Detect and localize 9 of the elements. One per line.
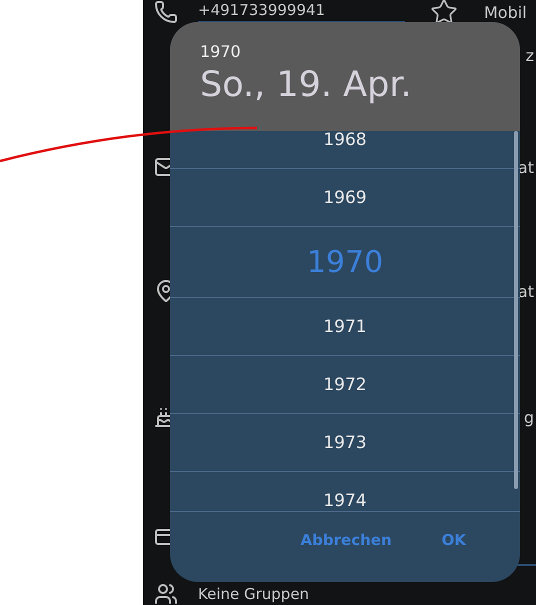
scrollbar[interactable]	[514, 131, 518, 489]
field-type-label: g	[524, 408, 534, 426]
phone-type-label[interactable]: Mobil	[484, 2, 527, 22]
header-date[interactable]: So., 19. Apr.	[200, 65, 520, 105]
people-icon	[153, 581, 179, 605]
header-year[interactable]: 1970	[200, 42, 520, 61]
phone-icon	[153, 0, 179, 25]
field-type-label: z	[526, 46, 534, 64]
groups-label: Keine Gruppen	[198, 585, 310, 603]
